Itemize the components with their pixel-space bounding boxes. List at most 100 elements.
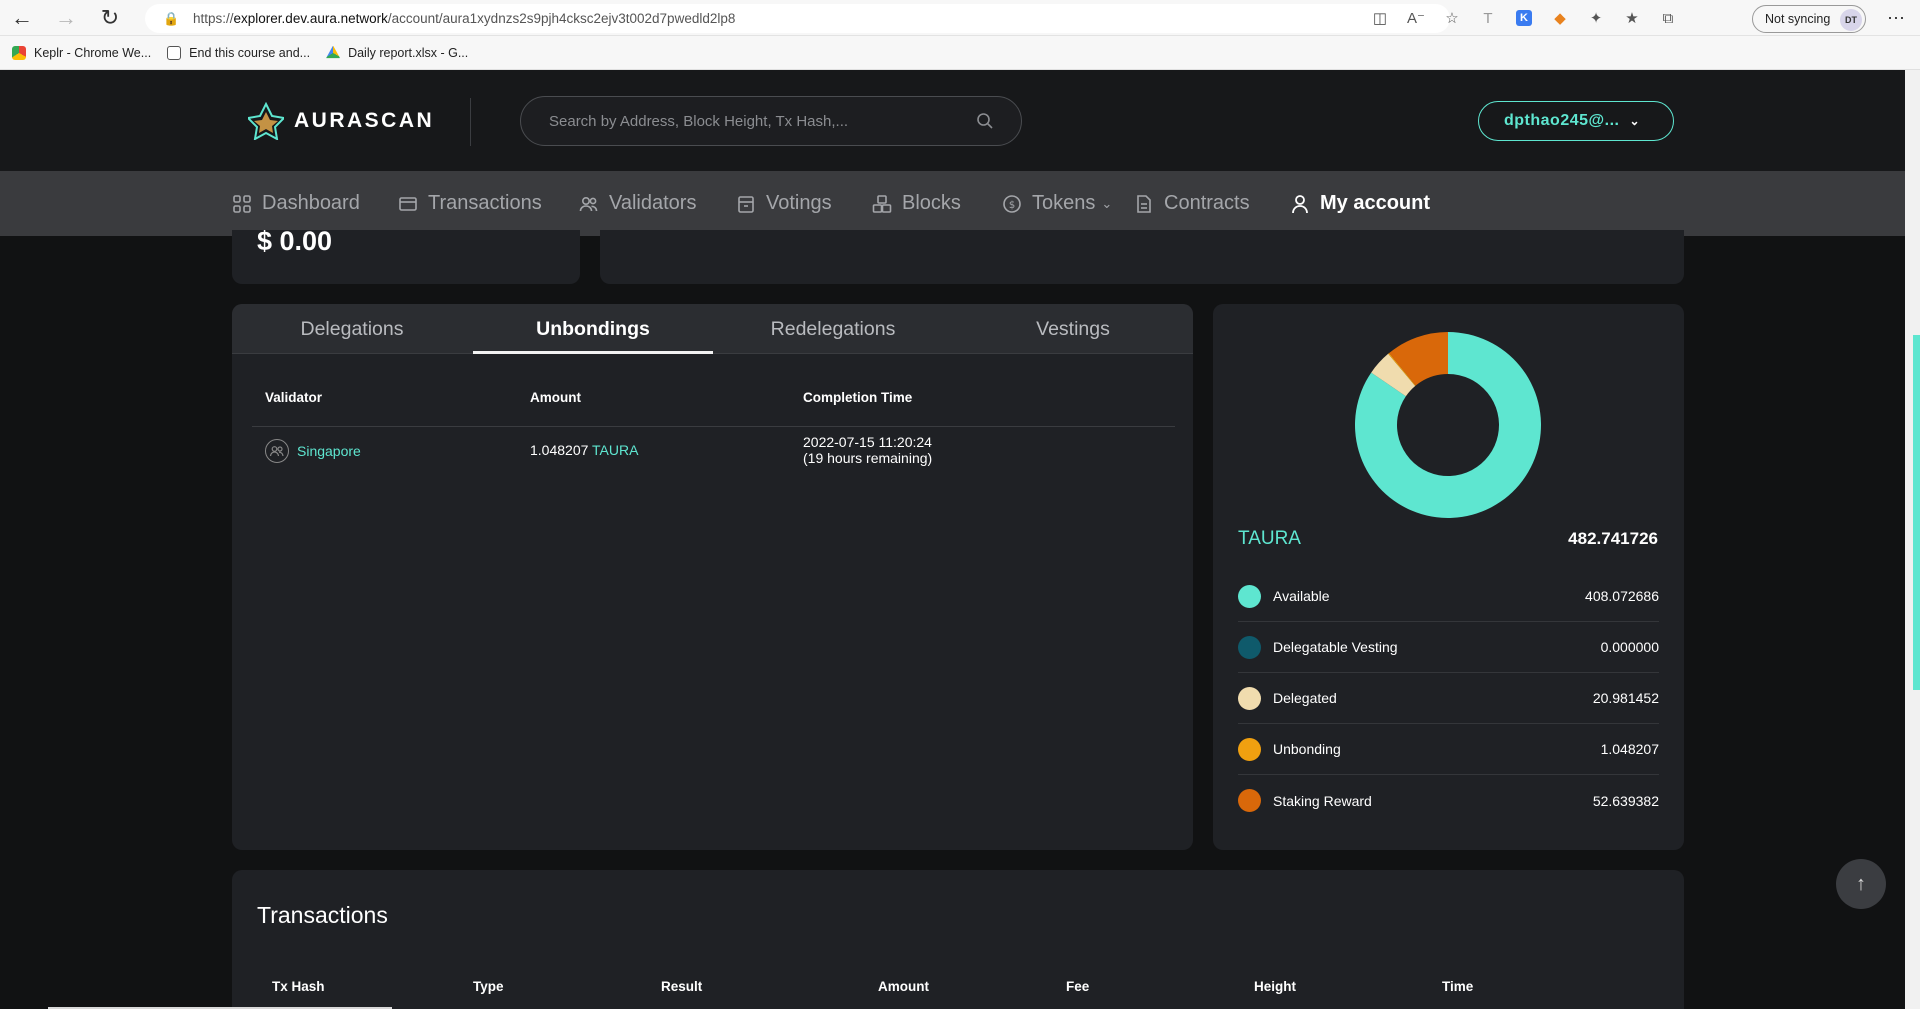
- sync-status-label: Not syncing: [1765, 12, 1831, 26]
- url-path: /account/aura1xydnzs2s9pjh4cksc2ejv3t002…: [387, 11, 736, 26]
- time-remaining: (19 hours remaining): [803, 450, 933, 466]
- keplr-extension-icon[interactable]: K: [1506, 0, 1542, 36]
- forward-icon[interactable]: →: [44, 0, 88, 36]
- logo-text: AURASCAN: [294, 109, 435, 132]
- legend-dot: [1238, 686, 1261, 710]
- aurascan-logo[interactable]: AURASCAN: [248, 102, 434, 140]
- nav-blocks[interactable]: Blocks: [872, 171, 961, 236]
- column-header-amount: Amount: [530, 390, 581, 405]
- bookmark-label: Keplr - Chrome We...: [34, 45, 152, 60]
- extensions-icon[interactable]: ✦: [1578, 0, 1614, 36]
- app-available-icon[interactable]: ◫: [1362, 0, 1398, 36]
- user-icon: [1290, 194, 1310, 214]
- nav-label: Votings: [766, 192, 832, 214]
- nav-label: Dashboard: [262, 192, 360, 214]
- account-info-card: [600, 230, 1684, 284]
- column-header-tx-hash: Tx Hash: [272, 979, 325, 994]
- account-dropdown-button[interactable]: dpthao245@... ⌄: [1478, 101, 1674, 141]
- bookmark-daily-report[interactable]: Daily report.xlsx - G...: [326, 45, 469, 60]
- staking-tabs: Delegations Unbondings Redelegations Ves…: [232, 304, 1193, 354]
- bookmark-label: End this course and...: [189, 45, 311, 60]
- chevron-down-icon: ⌄: [1629, 114, 1641, 128]
- tab-redelegations[interactable]: Redelegations: [713, 304, 953, 354]
- table-divider: [252, 426, 1175, 427]
- legend-label: Unbonding: [1273, 741, 1341, 757]
- chevron-down-icon: ⌄: [1101, 195, 1113, 211]
- favorites-icon[interactable]: ★: [1614, 0, 1650, 36]
- more-menu-icon[interactable]: ⋯: [1878, 0, 1914, 36]
- validators-icon: [579, 194, 599, 214]
- browser-extension-icons: ◫ A⁻ ☆ T K ◆ ✦ ★ ⧉: [1362, 0, 1686, 36]
- nav-contracts[interactable]: Contracts: [1134, 171, 1250, 236]
- favorite-add-icon[interactable]: ☆: [1434, 0, 1470, 36]
- nav-my-account[interactable]: My account: [1290, 171, 1430, 236]
- reload-icon[interactable]: ↻: [88, 0, 132, 36]
- active-tab-indicator: [473, 351, 713, 354]
- column-header-amount: Amount: [878, 979, 929, 994]
- tokens-icon: $: [1002, 194, 1022, 214]
- search-placeholder: Search by Address, Block Height, Tx Hash…: [549, 112, 849, 130]
- collections-icon[interactable]: ⧉: [1650, 0, 1686, 36]
- validator-link[interactable]: Singapore: [297, 443, 361, 459]
- token-name: TAURA: [1238, 528, 1301, 549]
- legend-staking-reward: Staking Reward 52.639382: [1238, 775, 1659, 826]
- nav-votings[interactable]: Votings: [736, 171, 832, 236]
- scrollbar-thumb[interactable]: [1913, 335, 1920, 690]
- legend-value: 1.048207: [1600, 741, 1659, 757]
- legend-value: 408.072686: [1585, 588, 1659, 604]
- amount-value: 1.048207: [530, 442, 589, 458]
- search-input[interactable]: Search by Address, Block Height, Tx Hash…: [520, 96, 1022, 146]
- tab-delegations[interactable]: Delegations: [232, 304, 472, 354]
- bookmark-keplr[interactable]: Keplr - Chrome We...: [12, 45, 152, 60]
- chrome-webstore-icon: [12, 45, 26, 60]
- nav-label: Tokens: [1032, 192, 1096, 214]
- transactions-icon: [398, 194, 418, 214]
- header-divider: [470, 98, 471, 146]
- legend-label: Staking Reward: [1273, 792, 1372, 809]
- bookmark-label: Daily report.xlsx - G...: [348, 45, 469, 60]
- legend-dot: [1238, 737, 1261, 761]
- tab-unbondings[interactable]: Unbondings: [473, 304, 713, 354]
- bookmarks-bar: Keplr - Chrome We... End this course and…: [0, 36, 1920, 70]
- scroll-to-top-button[interactable]: ↑: [1836, 859, 1886, 909]
- lock-icon: 🔒: [163, 10, 180, 26]
- translate-extension-icon[interactable]: T: [1470, 0, 1506, 36]
- svg-text:$: $: [1009, 200, 1015, 211]
- column-header-height: Height: [1254, 979, 1296, 994]
- url-prefix: https://: [193, 11, 234, 26]
- legend-dot: [1238, 635, 1261, 659]
- column-header-validator: Validator: [265, 390, 323, 405]
- completion-time: 2022-07-15 11:20:24 (19 hours remaining): [803, 434, 932, 466]
- back-icon[interactable]: ←: [0, 0, 44, 36]
- unbonding-amount: 1.048207 TAURA: [530, 442, 638, 458]
- profile-avatar: DT: [1840, 9, 1862, 31]
- legend-available: Available 408.072686: [1238, 571, 1659, 622]
- column-header-type: Type: [473, 979, 504, 994]
- dashboard-icon: [232, 194, 252, 214]
- bookmark-course[interactable]: End this course and...: [167, 45, 311, 60]
- legend-value: 20.981452: [1592, 690, 1659, 706]
- sync-status-button[interactable]: Not syncing DT: [1752, 5, 1866, 33]
- address-bar[interactable]: 🔒 https://explorer.dev.aura.network/acco…: [145, 4, 1450, 33]
- contracts-icon: [1134, 194, 1154, 214]
- legend-unbonding: Unbonding 1.048207: [1238, 724, 1659, 775]
- nav-label: Transactions: [428, 192, 542, 214]
- transactions-title: Transactions: [257, 902, 388, 928]
- metamask-extension-icon[interactable]: ◆: [1542, 0, 1578, 36]
- amount-denom: TAURA: [592, 442, 639, 458]
- nav-tokens[interactable]: $ Tokens ⌄: [1002, 171, 1112, 236]
- tab-vestings[interactable]: Vestings: [953, 304, 1193, 354]
- column-header-result: Result: [661, 979, 703, 994]
- page-icon: [167, 45, 182, 60]
- read-aloud-icon[interactable]: A⁻: [1398, 0, 1434, 36]
- legend-value: 0.000000: [1600, 639, 1659, 655]
- legend-value: 52.639382: [1592, 792, 1659, 809]
- column-header-completion-time: Completion Time: [803, 390, 913, 405]
- table-row-validator: Singapore: [265, 439, 361, 463]
- search-icon[interactable]: [975, 111, 995, 131]
- total-value: $ 0.00: [257, 226, 333, 256]
- account-label: dpthao245@...: [1504, 112, 1620, 129]
- nav-validators[interactable]: Validators: [579, 171, 696, 236]
- column-header-time: Time: [1442, 979, 1474, 994]
- nav-transactions[interactable]: Transactions: [398, 171, 542, 236]
